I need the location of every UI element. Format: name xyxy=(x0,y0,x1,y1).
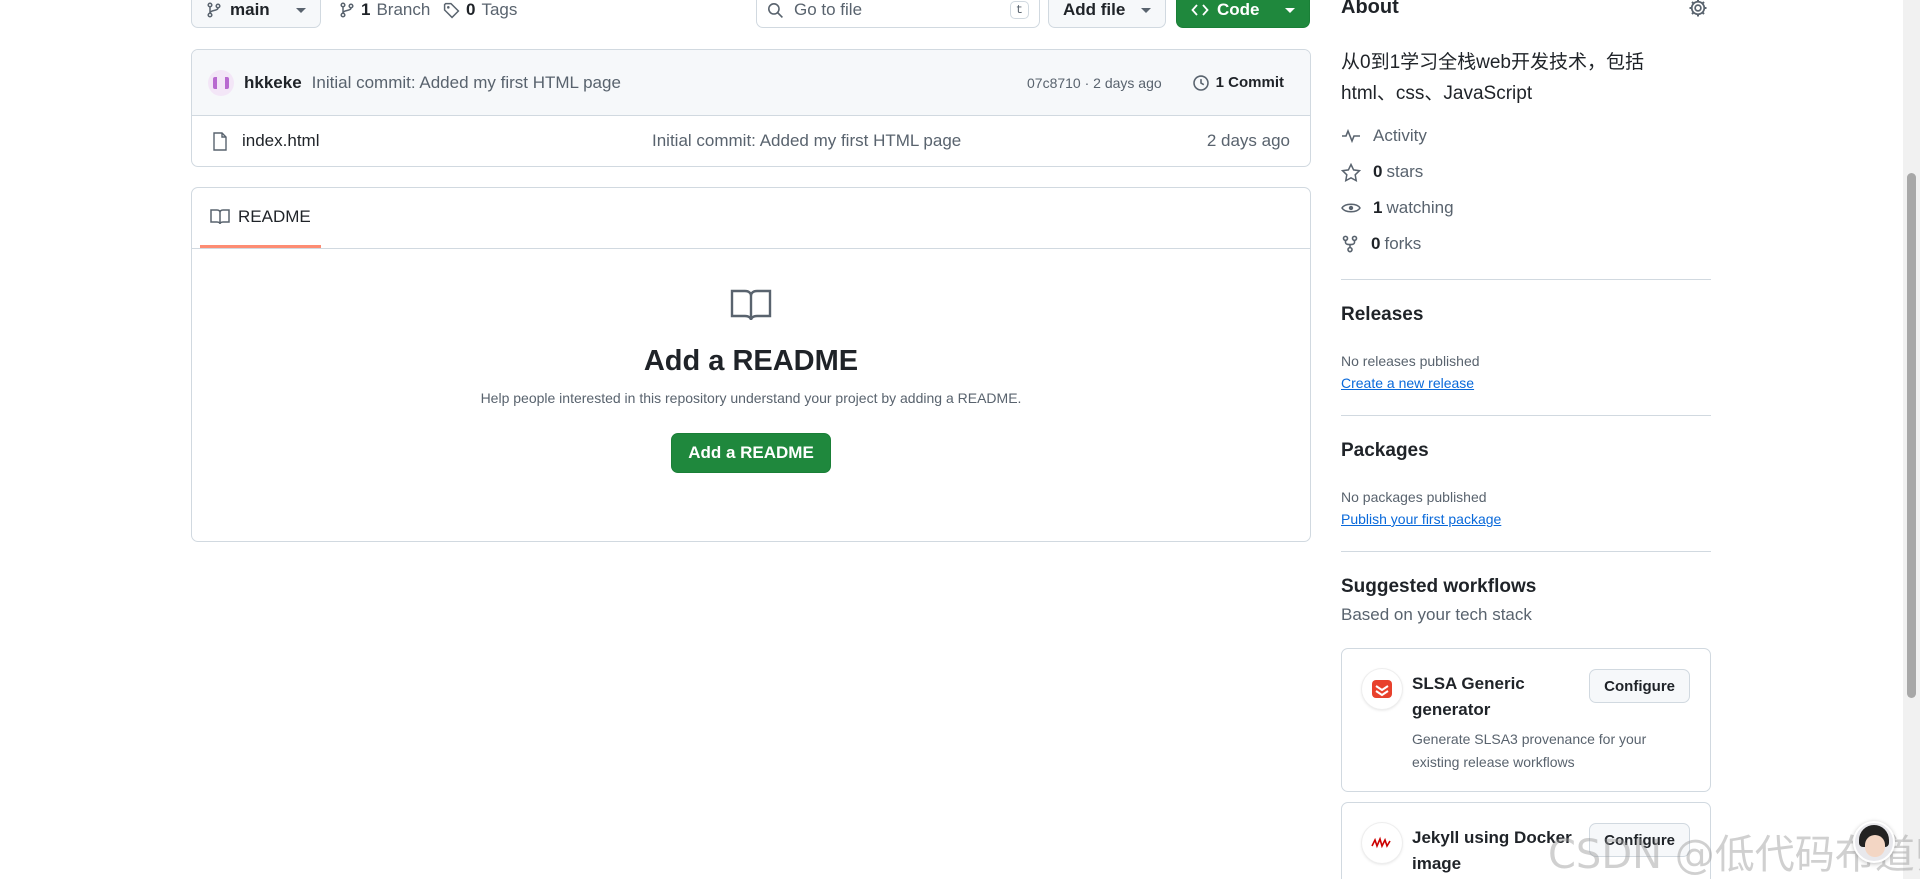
commit-history-link[interactable]: 1 Commit xyxy=(1192,74,1284,92)
tags-count: 0 xyxy=(466,0,476,19)
watching-count: 1 xyxy=(1373,198,1383,217)
history-icon xyxy=(1192,74,1209,91)
gear-icon[interactable] xyxy=(1688,0,1708,18)
publish-package-link[interactable]: Publish your first package xyxy=(1341,511,1501,527)
commit-meta[interactable]: 07c8710 · 2 days ago xyxy=(1027,75,1162,91)
slsa-logo-icon xyxy=(1362,669,1402,709)
scrollbar-thumb[interactable] xyxy=(1907,173,1916,698)
releases-title[interactable]: Releases xyxy=(1341,304,1423,326)
configure-button[interactable]: Configure xyxy=(1589,669,1690,703)
table-row[interactable]: index.html Initial commit: Added my firs… xyxy=(192,116,1310,166)
packages-note: No packages published xyxy=(1341,489,1487,505)
workflow-description: Generate SLSA3 provenance for your exist… xyxy=(1412,731,1647,770)
book-icon xyxy=(730,289,772,321)
code-button[interactable]: Code xyxy=(1176,0,1310,28)
chevron-down-icon xyxy=(1285,7,1295,13)
workflow-card: SLSA Generic generator Generate SLSA3 pr… xyxy=(1341,648,1711,792)
eye-icon xyxy=(1341,203,1361,213)
activity-label: Activity xyxy=(1373,126,1427,145)
readme-empty-state: Add a README Help people interested in t… xyxy=(192,288,1310,473)
shortcut-key: t xyxy=(1009,1,1029,19)
branch-selector-button[interactable]: main xyxy=(191,0,321,28)
divider xyxy=(1341,279,1711,280)
file-name[interactable]: index.html xyxy=(242,131,652,151)
avatar[interactable] xyxy=(208,69,234,96)
add-file-button[interactable]: Add file xyxy=(1048,0,1166,28)
chevron-down-icon xyxy=(296,7,306,13)
pulse-icon xyxy=(1342,128,1360,144)
branches-link[interactable]: 1 Branch xyxy=(339,0,430,28)
code-label: Code xyxy=(1217,0,1260,19)
workflow-name: SLSA Generic generator xyxy=(1412,674,1525,719)
fork-icon xyxy=(1342,235,1358,253)
branches-count: 1 xyxy=(361,0,371,19)
divider xyxy=(192,248,1310,249)
watchers-link[interactable]: 1 watching xyxy=(1341,198,1454,218)
code-icon xyxy=(1191,4,1209,16)
stars-link[interactable]: 0 stars xyxy=(1341,162,1423,182)
about-title: About xyxy=(1341,0,1399,18)
watching-label: watching xyxy=(1386,198,1454,217)
packages-title[interactable]: Packages xyxy=(1341,440,1429,462)
forks-count: 0 xyxy=(1371,234,1381,253)
jekyll-logo-icon xyxy=(1362,823,1402,863)
book-icon xyxy=(210,208,230,224)
forks-link[interactable]: 0 forks xyxy=(1341,234,1421,254)
divider xyxy=(1341,551,1711,552)
activity-link[interactable]: Activity xyxy=(1341,126,1427,146)
search-icon xyxy=(768,2,783,18)
repo-toolbar: main 1 Branch 0 Tags Go to file t Add fi… xyxy=(191,0,1311,28)
latest-commit-box: hkkeke Initial commit: Added my first HT… xyxy=(191,49,1311,167)
workflows-subtitle: Based on your tech stack xyxy=(1341,605,1532,624)
branch-name: main xyxy=(230,0,270,19)
commit-message[interactable]: Initial commit: Added my first HTML page xyxy=(312,73,621,93)
add-readme-button[interactable]: Add a README xyxy=(671,433,831,473)
readme-empty-title: Add a README xyxy=(643,345,859,377)
scrollbar[interactable] xyxy=(1903,0,1920,879)
branch-icon xyxy=(340,2,354,18)
tab-readme-label: README xyxy=(238,206,311,226)
go-to-file-placeholder: Go to file xyxy=(794,0,863,19)
tag-icon xyxy=(443,2,460,18)
readme-empty-description: Help people interested in this repositor… xyxy=(480,390,1022,406)
readme-panel: README Add a README Help people interest… xyxy=(191,187,1311,542)
avatar[interactable] xyxy=(1853,821,1895,863)
stars-count: 0 xyxy=(1373,162,1383,181)
commit-count-label: 1 Commit xyxy=(1215,74,1284,91)
stars-label: stars xyxy=(1386,162,1424,181)
branch-icon xyxy=(207,2,221,18)
tags-link[interactable]: 0 Tags xyxy=(443,0,517,28)
tab-readme[interactable]: README xyxy=(200,188,321,248)
star-icon xyxy=(1341,162,1361,182)
commit-author[interactable]: hkkeke xyxy=(244,73,302,93)
create-release-link[interactable]: Create a new release xyxy=(1341,375,1474,391)
go-to-file-input[interactable]: Go to file t xyxy=(756,0,1040,28)
file-icon xyxy=(213,131,227,151)
releases-note: No releases published xyxy=(1341,353,1480,369)
add-file-label: Add file xyxy=(1063,0,1126,19)
file-time: 2 days ago xyxy=(1206,131,1290,150)
branches-label: Branch xyxy=(376,0,431,19)
latest-commit-header: hkkeke Initial commit: Added my first HT… xyxy=(192,50,1310,116)
divider xyxy=(1341,415,1711,416)
chevron-down-icon xyxy=(1141,7,1151,13)
file-commit-message[interactable]: Initial commit: Added my first HTML page xyxy=(652,131,1207,151)
about-description: 从0到1学习全栈web开发技术，包括html、css、JavaScript xyxy=(1341,52,1644,104)
workflows-title: Suggested workflows xyxy=(1341,576,1537,597)
tags-label: Tags xyxy=(481,0,518,19)
forks-label: forks xyxy=(1384,234,1422,253)
